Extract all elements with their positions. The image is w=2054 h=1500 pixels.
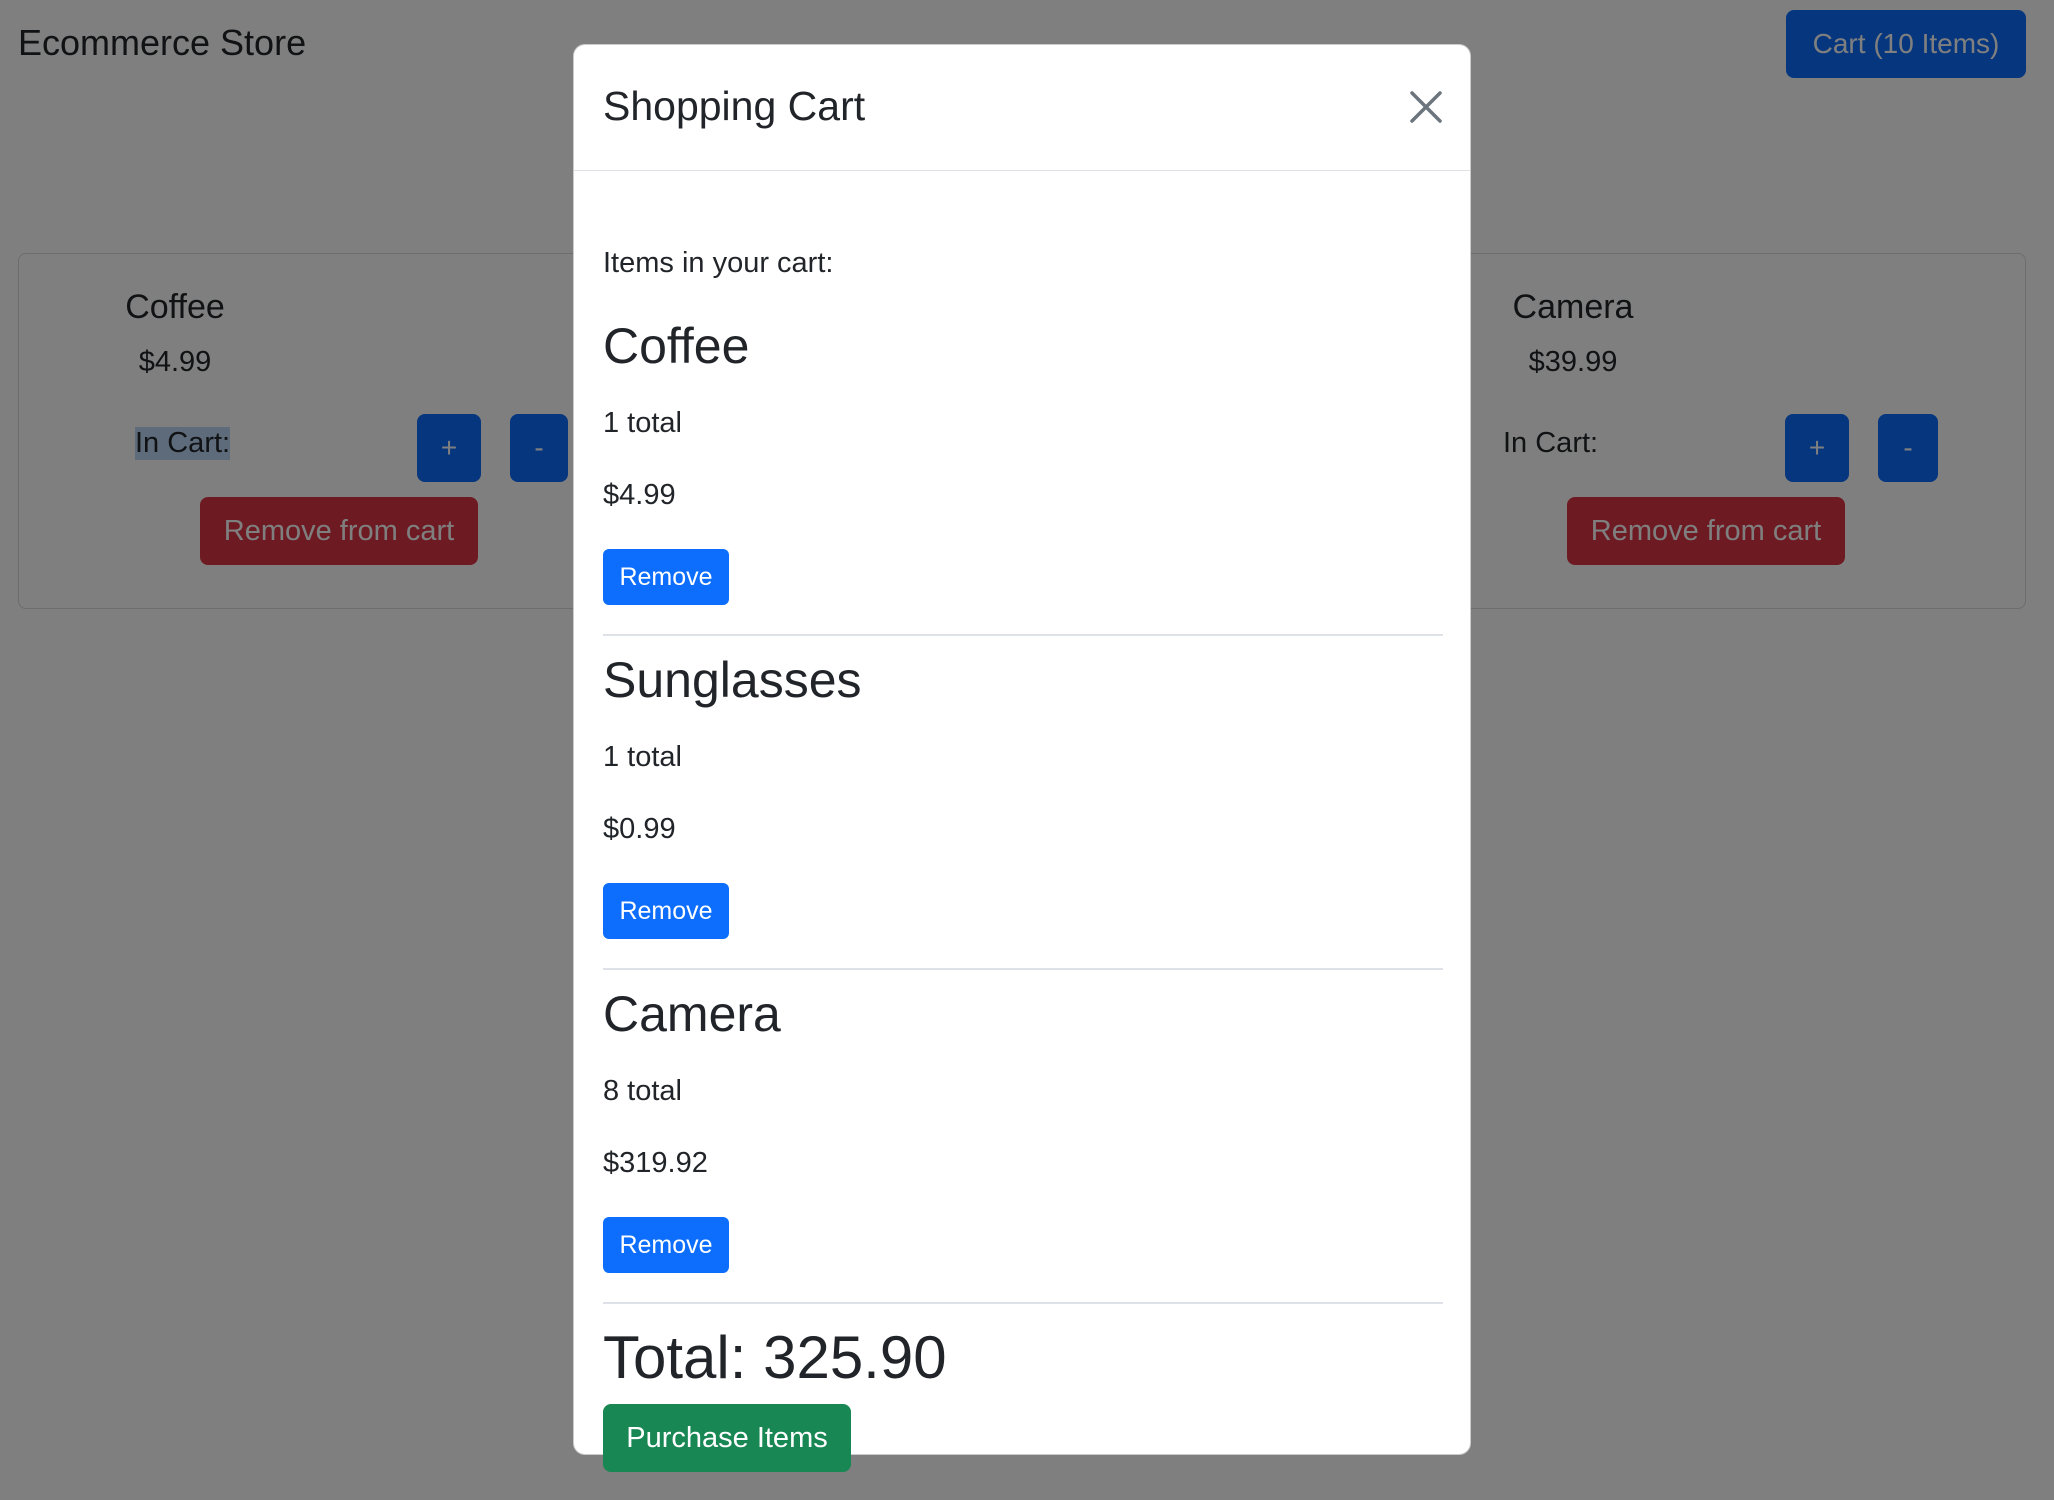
cart-item-remove-button[interactable]: Remove xyxy=(603,1217,729,1273)
item-divider xyxy=(603,1302,1443,1304)
purchase-items-button[interactable]: Purchase Items xyxy=(603,1404,851,1472)
item-divider xyxy=(603,968,1443,970)
cart-item-remove-button[interactable]: Remove xyxy=(603,883,729,939)
cart-item: Camera 8 total $319.92 Remove xyxy=(603,985,1443,1319)
cart-item-remove-button[interactable]: Remove xyxy=(603,549,729,605)
close-icon xyxy=(1410,91,1442,123)
cart-item-price: $319.92 xyxy=(603,1147,708,1179)
cart-total: Total: 325.90 xyxy=(603,1324,947,1391)
cart-item-price: $0.99 xyxy=(603,813,676,845)
modal-title: Shopping Cart xyxy=(603,83,866,129)
cart-item-price: $4.99 xyxy=(603,479,676,511)
cart-item-quantity: 1 total xyxy=(603,741,682,773)
cart-item-name: Camera xyxy=(603,986,781,1042)
item-divider xyxy=(603,634,1443,636)
modal-header: Shopping Cart xyxy=(574,45,1470,171)
close-button[interactable] xyxy=(1404,85,1448,129)
cart-intro-text: Items in your cart: xyxy=(603,247,834,279)
cart-item-quantity: 8 total xyxy=(603,1075,682,1107)
shopping-cart-modal: Shopping Cart Items in your cart: Coffee… xyxy=(573,44,1471,1472)
cart-item: Sunglasses 1 total $0.99 Remove xyxy=(603,651,1443,985)
cart-item-name: Sunglasses xyxy=(603,652,862,708)
page: Ecommerce Store Cart (10 Items) Coffee $… xyxy=(0,0,2054,1500)
cart-item-name: Coffee xyxy=(603,318,750,374)
cart-item: Coffee 1 total $4.99 Remove xyxy=(603,317,1443,651)
cart-item-quantity: 1 total xyxy=(603,407,682,439)
